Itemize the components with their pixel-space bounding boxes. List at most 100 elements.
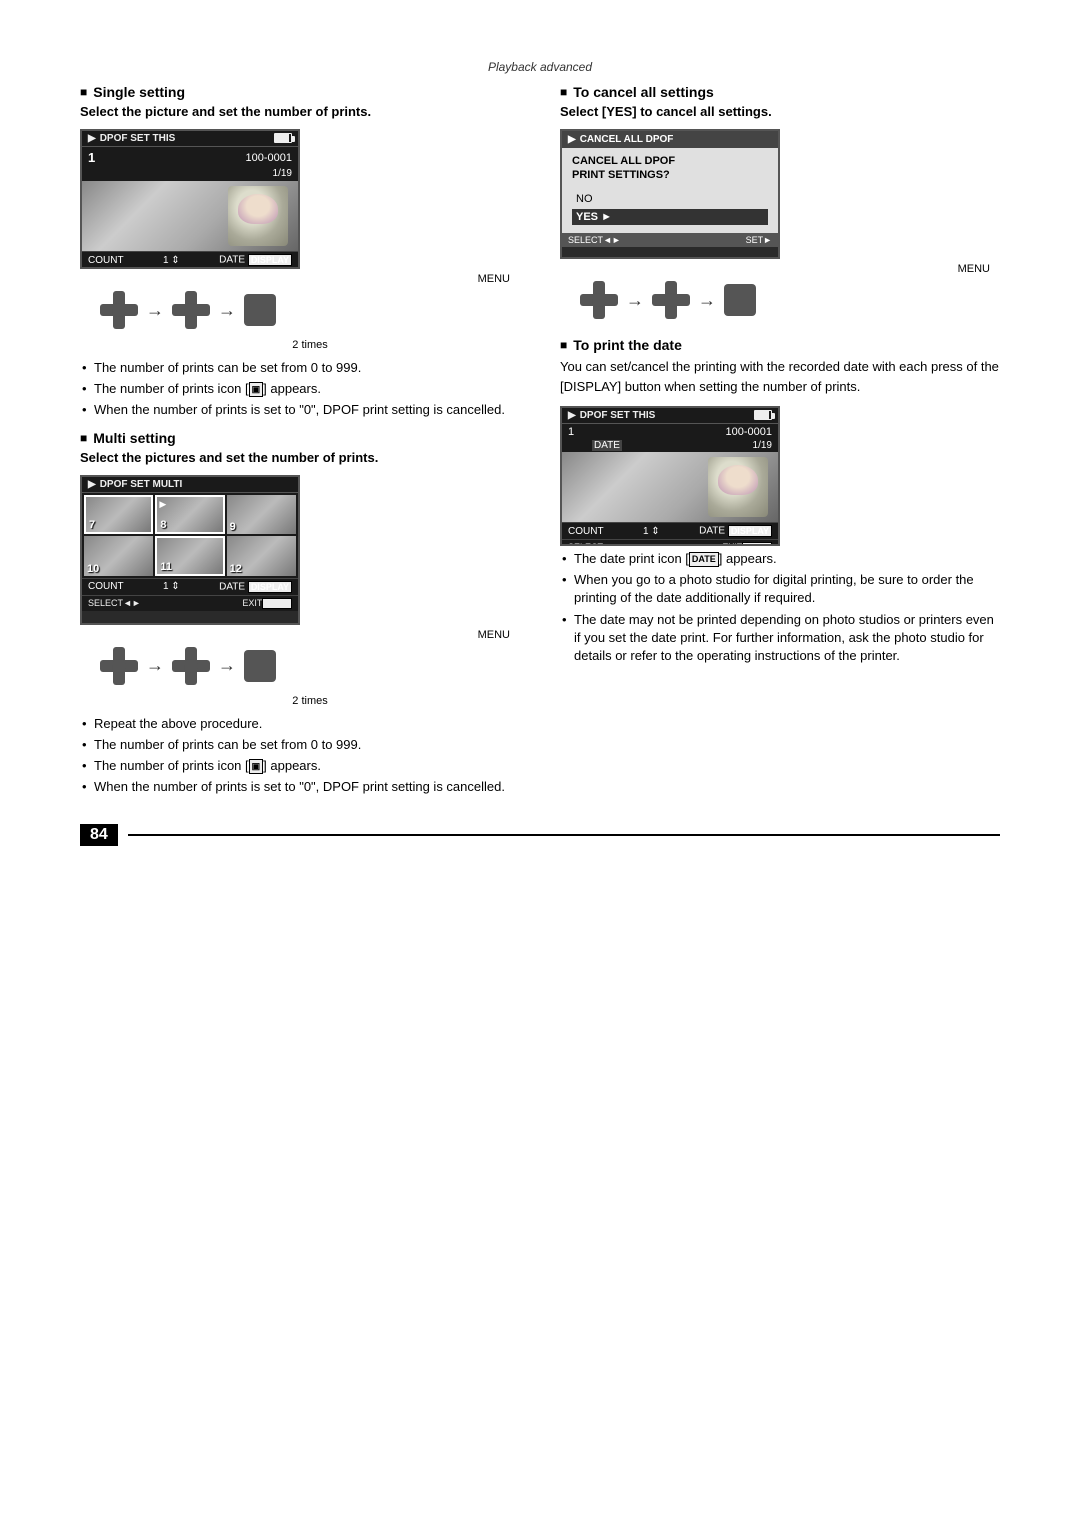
nav-diagram-single: → → [100, 291, 520, 329]
lcd-multi-topbar: ▶ DPOF SET MULTI [82, 477, 298, 493]
dpof-cell-icon: ▶ [159, 499, 166, 510]
date-count-val: 1 ⇕ [643, 526, 660, 537]
lcd-date-topbar-text: DPOF SET THIS [580, 410, 656, 421]
single-setting-subheading: Select the picture and set the number of… [80, 104, 520, 119]
display-badge: DISPLAY [248, 254, 292, 266]
dpad-multi-2 [172, 647, 210, 685]
menu-label-single: MENU [80, 273, 510, 285]
lcd-single-bottom: SELECT◄► EXITMENU [82, 268, 298, 269]
grid-cell-11: 11 [155, 536, 224, 576]
dpad-single-2 [172, 291, 210, 329]
cancel-all-heading: To cancel all settings [560, 84, 1000, 100]
multi-setting-subheading: Select the pictures and set the number o… [80, 450, 520, 465]
menu-btn-cancel [724, 284, 756, 316]
times-label-single: 2 times [100, 339, 520, 351]
count-val: 1 ⇕ [163, 255, 180, 266]
lcd-date-filerow: 1 100-0001 [562, 424, 778, 440]
print-date-section: To print the date You can set/cancel the… [560, 337, 1000, 665]
battery-area [274, 133, 292, 144]
menu-btn-single [244, 294, 276, 326]
page-container: Playback advanced Single setting Select … [0, 0, 1080, 866]
multi-display-badge: DISPLAY [248, 581, 292, 593]
date-display-badge: DISPLAY [728, 525, 772, 537]
lcd-single-fileref: 100-0001 [246, 152, 293, 164]
menu-label-multi: MENU [80, 629, 510, 641]
dpad-single-1 [100, 291, 138, 329]
page-subtitle: Playback advanced [80, 60, 1000, 74]
arrow-cancel-2: → [698, 290, 716, 311]
lcd-date-count-row: COUNT 1 ⇕ DATE DISPLAY [562, 522, 778, 539]
multi-bullet-2: The number of prints can be set from 0 t… [80, 736, 520, 754]
lcd-date-overlay: DATE [592, 440, 622, 451]
dpof-date-icon: ▶ [568, 410, 576, 421]
lcd-single-frame: 1/19 [273, 168, 292, 179]
menu-btn-multi [244, 650, 276, 682]
arrow-cancel-1: → [626, 290, 644, 311]
page-footer: 84 [0, 824, 1080, 846]
date-count-label: COUNT [568, 526, 604, 537]
date-disp-label: DATE DISPLAY [699, 525, 772, 537]
date-bullet-2: When you go to a photo studio for digita… [560, 571, 1000, 607]
multi-select-label: SELECT◄► [88, 598, 141, 609]
single-setting-heading: Single setting [80, 84, 520, 100]
dpof-cancel-icon: ▶ [568, 134, 576, 145]
single-setting-bullets: The number of prints can be set from 0 t… [80, 359, 520, 420]
lcd-cancel-header-text: CANCEL ALL DPOF [580, 134, 674, 145]
footer-line [128, 834, 1000, 836]
print-date-heading: To print the date [560, 337, 1000, 353]
arrow-2: → [218, 300, 236, 321]
menu-label-cancel: MENU [560, 263, 990, 275]
dpad-cancel-1 [580, 281, 618, 319]
lcd-single-fileinfo: 1 100-0001 [82, 147, 298, 168]
count-label: COUNT [88, 255, 124, 266]
grid-cell-7: 7 [84, 495, 153, 535]
date-bullet-1: The date print icon [DATE] appears. [560, 550, 1000, 568]
dpad-multi-1 [100, 647, 138, 685]
date-select-label: SELECT◄► [568, 542, 621, 546]
lcd-date-num: 1 [568, 426, 574, 438]
multi-setting-section: Multi setting Select the pictures and se… [80, 430, 520, 797]
lcd-date-image [562, 452, 778, 522]
battery-area-date [754, 410, 772, 421]
battery-icon [274, 133, 292, 143]
arrow-multi-2: → [218, 655, 236, 676]
times-label-multi: 2 times [100, 695, 520, 707]
lcd-cancel-footer: SELECT◄► SET► [562, 233, 778, 247]
lcd-single-screen: ▶ DPOF SET THIS 1 100-0001 1/19 [80, 129, 300, 269]
multi-bullet-3: The number of prints icon [▣] appears. [80, 757, 520, 775]
arrow-1: → [146, 300, 164, 321]
page-number: 84 [80, 824, 118, 846]
date-bullet-3: The date may not be printed depending on… [560, 611, 1000, 666]
grid-cell-10: 10 [84, 536, 153, 576]
dpof-multi-icon: ▶ [88, 479, 96, 490]
date-exit-menu: EXITMENU [722, 542, 772, 546]
lcd-cancel-body: CANCEL ALL DPOFPRINT SETTINGS? NO YES ► [562, 148, 778, 233]
lcd-date-topbar: ▶ DPOF SET THIS [562, 408, 778, 424]
option-no: NO [572, 191, 768, 207]
grid-cell-8: ▶ 8 [155, 495, 224, 535]
lcd-cancel-header: ▶ CANCEL ALL DPOF [562, 131, 778, 148]
multi-setting-bullets: Repeat the above procedure. The number o… [80, 715, 520, 797]
battery-icon-date [754, 410, 772, 420]
bullet-2: The number of prints icon [▣] appears. [80, 380, 520, 398]
lcd-multi-bottom: SELECT◄► EXITMENU [82, 595, 298, 611]
lcd-single-topbar-text: DPOF SET THIS [100, 133, 176, 144]
lcd-single-face [228, 186, 288, 246]
lcd-date-bottom: SELECT◄► EXITMENU [562, 539, 778, 546]
print-date-bullets: The date print icon [DATE] appears. When… [560, 550, 1000, 665]
single-setting-section: Single setting Select the picture and se… [80, 84, 520, 420]
multi-exit-menu: EXITMENU [242, 598, 292, 609]
arrow-multi-1: → [146, 655, 164, 676]
left-column: Single setting Select the picture and se… [80, 84, 520, 806]
lcd-multi-screen: ▶ DPOF SET MULTI 7 ▶ 8 9 10 11 12 [80, 475, 300, 625]
lcd-multi-count-row: COUNT 1 ⇕ DATE DISPLAY [82, 578, 298, 595]
multi-bullet-1: Repeat the above procedure. [80, 715, 520, 733]
cancel-select-label: SELECT◄► [568, 235, 621, 245]
bullet-1: The number of prints can be set from 0 t… [80, 359, 520, 377]
grid-cell-12: 12 [227, 536, 296, 576]
nav-diagram-cancel: → → [580, 281, 1000, 319]
cancel-all-section: To cancel all settings Select [YES] to c… [560, 84, 1000, 319]
lcd-single-count-row: COUNT 1 ⇕ DATE DISPLAY [82, 251, 298, 268]
multi-count-val: 1 ⇕ [163, 581, 180, 592]
lcd-single-topbar: ▶ DPOF SET THIS [82, 131, 298, 147]
